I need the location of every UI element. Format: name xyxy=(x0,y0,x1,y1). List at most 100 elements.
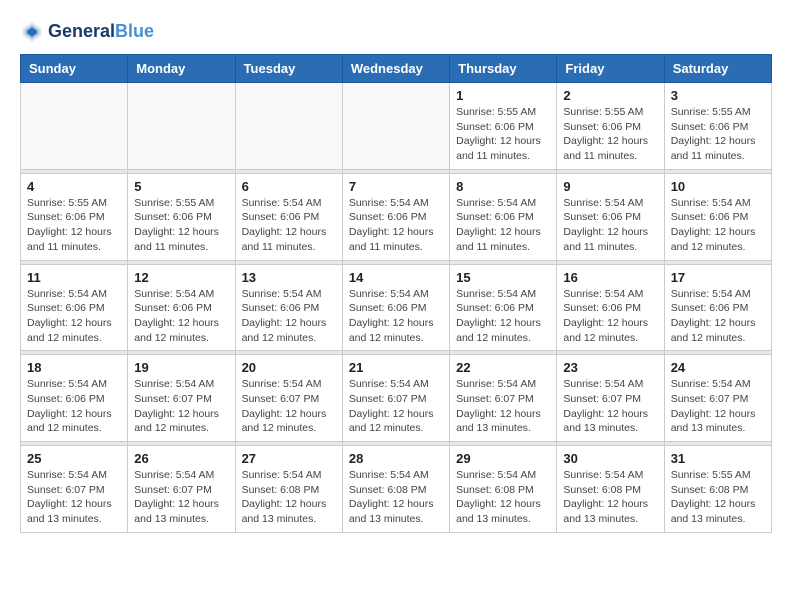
day-number: 19 xyxy=(134,360,228,375)
calendar-cell: 24 Sunrise: 5:54 AMSunset: 6:07 PMDayligh… xyxy=(664,355,771,442)
weekday-header-monday: Monday xyxy=(128,55,235,83)
day-number: 23 xyxy=(563,360,657,375)
day-info: Sunrise: 5:54 AMSunset: 6:08 PMDaylight:… xyxy=(563,468,657,527)
calendar-cell: 19 Sunrise: 5:54 AMSunset: 6:07 PMDayligh… xyxy=(128,355,235,442)
calendar-cell: 17 Sunrise: 5:54 AMSunset: 6:06 PMDayligh… xyxy=(664,264,771,351)
day-number: 27 xyxy=(242,451,336,466)
calendar-cell: 28Sunrise: 5:54 AMSunset: 6:08 PMDayligh… xyxy=(342,446,449,533)
day-info: Sunrise: 5:55 AMSunset: 6:06 PMDaylight:… xyxy=(134,196,228,255)
day-info: Sunrise: 5:54 AMSunset: 6:06 PMDaylight:… xyxy=(671,287,765,346)
day-number: 17 xyxy=(671,270,765,285)
day-info: Sunrise: 5:55 AMSunset: 6:06 PMDaylight:… xyxy=(563,105,657,164)
calendar-cell: 21 Sunrise: 5:54 AMSunset: 6:07 PMDayligh… xyxy=(342,355,449,442)
calendar-cell: 25 Sunrise: 5:54 AMSunset: 6:07 PMDayligh… xyxy=(21,446,128,533)
weekday-header-friday: Friday xyxy=(557,55,664,83)
day-info: Sunrise: 5:54 AMSunset: 6:06 PMDaylight:… xyxy=(671,196,765,255)
day-info: Sunrise: 5:54 AMSunset: 6:07 PMDaylight:… xyxy=(134,468,228,527)
day-number: 14 xyxy=(349,270,443,285)
calendar-cell: 30 Sunrise: 5:54 AMSunset: 6:08 PMDayligh… xyxy=(557,446,664,533)
day-number: 9 xyxy=(563,179,657,194)
day-number: 13 xyxy=(242,270,336,285)
day-number: 3 xyxy=(671,88,765,103)
calendar-cell: 31 Sunrise: 5:55 AMSunset: 6:08 PMDayligh… xyxy=(664,446,771,533)
calendar-cell: 22Sunrise: 5:54 AMSunset: 6:07 PMDayligh… xyxy=(450,355,557,442)
day-number: 12 xyxy=(134,270,228,285)
calendar-week-row: 25 Sunrise: 5:54 AMSunset: 6:07 PMDayligh… xyxy=(21,446,772,533)
weekday-header-thursday: Thursday xyxy=(450,55,557,83)
day-number: 2 xyxy=(563,88,657,103)
day-info: Sunrise: 5:54 AMSunset: 6:06 PMDaylight:… xyxy=(456,287,550,346)
logo-text: GeneralBlue xyxy=(48,22,154,42)
day-number: 29 xyxy=(456,451,550,466)
day-number: 6 xyxy=(242,179,336,194)
day-info: Sunrise: 5:54 AMSunset: 6:07 PMDaylight:… xyxy=(563,377,657,436)
day-number: 26 xyxy=(134,451,228,466)
day-number: 25 xyxy=(27,451,121,466)
calendar-week-row: 1 Sunrise: 5:55 AMSunset: 6:06 PMDaylight… xyxy=(21,83,772,170)
day-number: 8 xyxy=(456,179,550,194)
page-header: GeneralBlue xyxy=(20,20,772,44)
day-info: Sunrise: 5:55 AMSunset: 6:06 PMDaylight:… xyxy=(27,196,121,255)
calendar-cell: 14 Sunrise: 5:54 AMSunset: 6:06 PMDayligh… xyxy=(342,264,449,351)
day-info: Sunrise: 5:54 AMSunset: 6:06 PMDaylight:… xyxy=(242,287,336,346)
day-info: Sunrise: 5:55 AMSunset: 6:06 PMDaylight:… xyxy=(671,105,765,164)
day-number: 20 xyxy=(242,360,336,375)
day-info: Sunrise: 5:54 AMSunset: 6:06 PMDaylight:… xyxy=(349,287,443,346)
calendar-cell xyxy=(21,83,128,170)
day-info: Sunrise: 5:54 AMSunset: 6:06 PMDaylight:… xyxy=(242,196,336,255)
day-info: Sunrise: 5:54 AMSunset: 6:06 PMDaylight:… xyxy=(563,287,657,346)
calendar-cell: 3 Sunrise: 5:55 AMSunset: 6:06 PMDaylight… xyxy=(664,83,771,170)
day-info: Sunrise: 5:54 AMSunset: 6:07 PMDaylight:… xyxy=(671,377,765,436)
day-number: 28 xyxy=(349,451,443,466)
weekday-header-sunday: Sunday xyxy=(21,55,128,83)
logo: GeneralBlue xyxy=(20,20,154,44)
calendar-cell: 26 Sunrise: 5:54 AMSunset: 6:07 PMDayligh… xyxy=(128,446,235,533)
day-info: Sunrise: 5:54 AMSunset: 6:06 PMDaylight:… xyxy=(134,287,228,346)
calendar-cell: 27 Sunrise: 5:54 AMSunset: 6:08 PMDayligh… xyxy=(235,446,342,533)
day-number: 4 xyxy=(27,179,121,194)
calendar-cell: 6 Sunrise: 5:54 AMSunset: 6:06 PMDaylight… xyxy=(235,173,342,260)
calendar-cell: 29Sunrise: 5:54 AMSunset: 6:08 PMDayligh… xyxy=(450,446,557,533)
calendar-cell xyxy=(342,83,449,170)
calendar-table: SundayMondayTuesdayWednesdayThursdayFrid… xyxy=(20,54,772,533)
day-info: Sunrise: 5:54 AMSunset: 6:06 PMDaylight:… xyxy=(27,287,121,346)
day-number: 21 xyxy=(349,360,443,375)
calendar-cell: 20 Sunrise: 5:54 AMSunset: 6:07 PMDayligh… xyxy=(235,355,342,442)
day-number: 18 xyxy=(27,360,121,375)
day-info: Sunrise: 5:54 AMSunset: 6:06 PMDaylight:… xyxy=(349,196,443,255)
day-info: Sunrise: 5:54 AMSunset: 6:07 PMDaylight:… xyxy=(27,468,121,527)
weekday-header-row: SundayMondayTuesdayWednesdayThursdayFrid… xyxy=(21,55,772,83)
day-number: 11 xyxy=(27,270,121,285)
day-info: Sunrise: 5:54 AMSunset: 6:07 PMDaylight:… xyxy=(456,377,550,436)
day-info: Sunrise: 5:54 AMSunset: 6:08 PMDaylight:… xyxy=(242,468,336,527)
calendar-cell: 15Sunrise: 5:54 AMSunset: 6:06 PMDayligh… xyxy=(450,264,557,351)
calendar-week-row: 11 Sunrise: 5:54 AMSunset: 6:06 PMDayligh… xyxy=(21,264,772,351)
calendar-cell: 9 Sunrise: 5:54 AMSunset: 6:06 PMDaylight… xyxy=(557,173,664,260)
calendar-cell xyxy=(235,83,342,170)
calendar-cell: 11 Sunrise: 5:54 AMSunset: 6:06 PMDayligh… xyxy=(21,264,128,351)
calendar-cell: 16 Sunrise: 5:54 AMSunset: 6:06 PMDayligh… xyxy=(557,264,664,351)
day-info: Sunrise: 5:54 AMSunset: 6:07 PMDaylight:… xyxy=(242,377,336,436)
day-number: 1 xyxy=(456,88,550,103)
calendar-week-row: 4 Sunrise: 5:55 AMSunset: 6:06 PMDaylight… xyxy=(21,173,772,260)
logo-icon xyxy=(20,20,44,44)
calendar-cell: 8Sunrise: 5:54 AMSunset: 6:06 PMDaylight… xyxy=(450,173,557,260)
day-number: 24 xyxy=(671,360,765,375)
day-number: 7 xyxy=(349,179,443,194)
day-number: 16 xyxy=(563,270,657,285)
day-info: Sunrise: 5:55 AMSunset: 6:08 PMDaylight:… xyxy=(671,468,765,527)
day-info: Sunrise: 5:54 AMSunset: 6:07 PMDaylight:… xyxy=(134,377,228,436)
weekday-header-tuesday: Tuesday xyxy=(235,55,342,83)
calendar-cell: 5 Sunrise: 5:55 AMSunset: 6:06 PMDaylight… xyxy=(128,173,235,260)
calendar-week-row: 18Sunrise: 5:54 AMSunset: 6:06 PMDayligh… xyxy=(21,355,772,442)
calendar-cell: 10 Sunrise: 5:54 AMSunset: 6:06 PMDayligh… xyxy=(664,173,771,260)
calendar-cell: 23 Sunrise: 5:54 AMSunset: 6:07 PMDayligh… xyxy=(557,355,664,442)
day-number: 10 xyxy=(671,179,765,194)
day-number: 31 xyxy=(671,451,765,466)
day-info: Sunrise: 5:54 AMSunset: 6:06 PMDaylight:… xyxy=(563,196,657,255)
day-number: 30 xyxy=(563,451,657,466)
calendar-cell: 7 Sunrise: 5:54 AMSunset: 6:06 PMDaylight… xyxy=(342,173,449,260)
calendar-cell: 13 Sunrise: 5:54 AMSunset: 6:06 PMDayligh… xyxy=(235,264,342,351)
day-info: Sunrise: 5:54 AMSunset: 6:07 PMDaylight:… xyxy=(349,377,443,436)
day-number: 5 xyxy=(134,179,228,194)
